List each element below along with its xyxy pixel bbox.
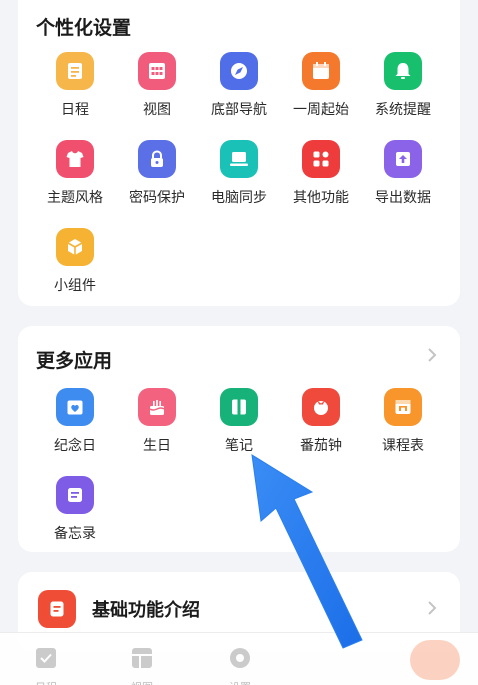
tomato-icon [302,388,340,426]
item-pc-sync[interactable]: 电脑同步 [198,140,280,210]
app-anniversary[interactable]: 纪念日 [34,388,116,458]
item-view[interactable]: 视图 [116,52,198,122]
more-apps-title: 更多应用 [36,350,113,372]
app-label: 生日 [143,438,171,454]
tab-label: 视图 [112,679,172,685]
item-system-reminder[interactable]: 系统提醒 [362,52,444,122]
app-label: 课程表 [382,438,424,454]
app-birthday[interactable]: 生日 [116,388,198,458]
highlighted-tab-blob [410,640,460,680]
timetable-icon [384,388,422,426]
item-theme[interactable]: 主题风格 [34,140,116,210]
app-label: 备忘录 [54,526,96,542]
app-timetable[interactable]: 课程表 [362,388,444,458]
anniversary-icon [56,388,94,426]
memo-icon [56,476,94,514]
tab-settings[interactable]: 设置 [210,645,270,685]
more-apps-card: 更多应用 纪念日 生日 笔记 番茄钟 课程表 备忘录 [18,326,460,552]
basic-intro-label: 基础功能介绍 [92,600,200,621]
item-other-functions[interactable]: 其他功能 [280,140,362,210]
laptop-icon [220,140,258,178]
app-label: 番茄钟 [300,438,342,454]
tab-label: 日程 [16,679,76,685]
item-export-data[interactable]: 导出数据 [362,140,444,210]
item-schedule[interactable]: 日程 [34,52,116,122]
bottom-tab-bar: 日程 视图 设置 [0,632,478,685]
item-label: 底部导航 [211,102,267,118]
view-grid-icon [138,52,176,90]
app-notes[interactable]: 笔记 [198,388,280,458]
bell-icon [384,52,422,90]
app-label: 纪念日 [54,438,96,454]
schedule-icon [56,52,94,90]
app-pomodoro[interactable]: 番茄钟 [280,388,362,458]
cake-icon [138,388,176,426]
export-icon [384,140,422,178]
item-week-start[interactable]: 一周起始 [280,52,362,122]
tab-view[interactable]: 视图 [112,645,172,685]
apps-icon [302,140,340,178]
checkbox-icon [36,648,56,668]
item-label: 密码保护 [129,190,185,206]
chevron-right-icon[interactable] [426,599,438,617]
notebook-icon [220,388,258,426]
basic-intro-row[interactable]: 基础功能介绍 [38,590,200,628]
personalize-title: 个性化设置 [36,17,132,39]
tab-schedule[interactable]: 日程 [16,645,76,685]
layout-icon [132,648,152,668]
app-label: 笔记 [225,438,253,454]
item-label: 视图 [143,102,171,118]
item-label: 主题风格 [47,190,103,206]
calendar-icon [302,52,340,90]
document-icon [38,590,76,628]
item-password[interactable]: 密码保护 [116,140,198,210]
item-label: 一周起始 [293,102,349,118]
tab-label: 设置 [210,679,270,685]
tshirt-icon [56,140,94,178]
item-label: 导出数据 [375,190,431,206]
item-label: 日程 [61,102,89,118]
compass-icon [220,52,258,90]
personalize-card: 个性化设置 日程 视图 底部导航 一周起始 系统提醒 主题风格 密码保护 电脑同… [18,0,460,306]
widget-icon [56,228,94,266]
app-memo[interactable]: 备忘录 [34,476,116,546]
item-bottom-nav[interactable]: 底部导航 [198,52,280,122]
lock-icon [138,140,176,178]
item-label: 其他功能 [293,190,349,206]
settings-circle-icon [230,648,250,668]
item-widget[interactable]: 小组件 [34,228,116,298]
item-label: 系统提醒 [375,102,431,118]
item-label: 电脑同步 [211,190,267,206]
item-label: 小组件 [54,278,96,294]
chevron-right-icon[interactable] [426,346,438,364]
